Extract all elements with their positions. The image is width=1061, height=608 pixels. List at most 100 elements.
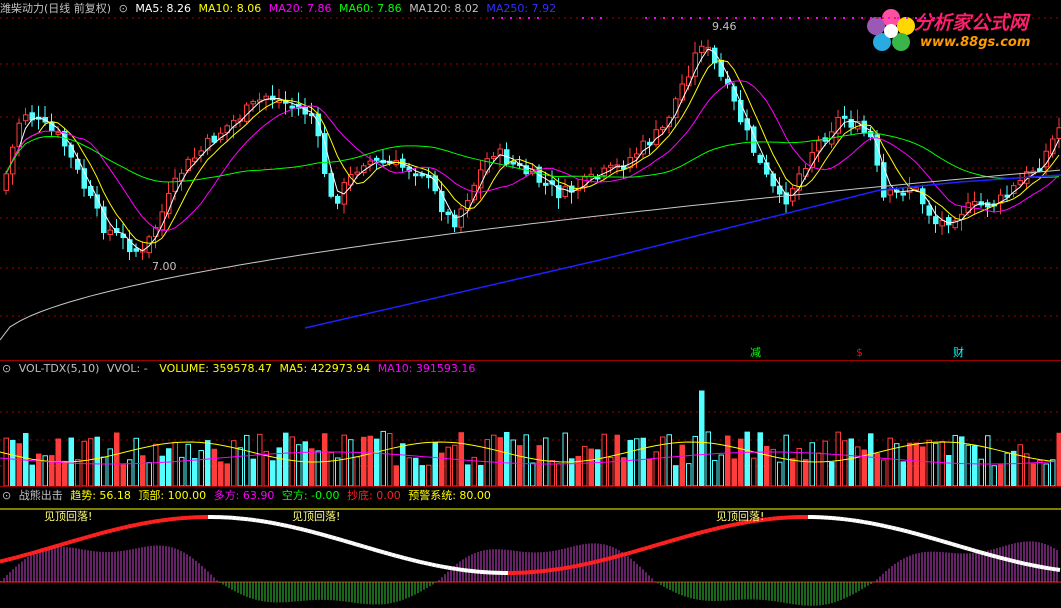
trend-band [127, 523, 133, 529]
volume-bar [543, 437, 549, 487]
volume-bar [712, 459, 718, 487]
top-marker-dot [663, 17, 665, 19]
candle-body [101, 206, 107, 233]
candle-body [374, 157, 380, 161]
volume-bar [218, 461, 224, 487]
volume-bar [335, 457, 341, 487]
volume-bar [939, 441, 945, 487]
candle-body [933, 216, 939, 225]
trend-band [975, 549, 981, 555]
volume-bar [679, 444, 685, 487]
trend-band [427, 561, 433, 567]
trend-band [923, 534, 929, 539]
volume-bar [374, 438, 380, 487]
trend-band [291, 525, 297, 530]
signal-label-3: 见顶回落! [716, 510, 765, 523]
volume-bar [653, 451, 659, 487]
volume-bar [1024, 453, 1030, 487]
volume-bar [621, 457, 627, 487]
signal-label-1: 见顶回落! [44, 510, 93, 523]
trend-band [111, 527, 117, 533]
indicator-panel-header: ⊙ 战熊出击 趋势: 56.18 顶部: 100.00 多方: 63.90 空方… [2, 488, 495, 504]
trend-band [443, 564, 449, 570]
event-marker-reduce[interactable]: 减 [750, 345, 765, 361]
volume-bar [140, 455, 146, 487]
top-marker-dot [600, 17, 602, 19]
trend-band [251, 517, 257, 523]
volume-bar [926, 439, 932, 487]
top-marker-dot [672, 17, 674, 19]
trend-band [591, 559, 597, 565]
volume-value: VOLUME: 359578.47 [159, 362, 272, 375]
volume-bar [328, 452, 334, 487]
trend-band [271, 520, 277, 526]
volume-bar [699, 390, 705, 487]
volume-bar [601, 433, 607, 487]
volume-bar [367, 435, 373, 487]
trend-band [547, 568, 553, 573]
volume-settings-icon[interactable]: ⊙ [2, 362, 11, 375]
candle-body [107, 229, 113, 236]
volume-bar [10, 439, 16, 487]
trend-band [995, 554, 1001, 560]
trend-band [1055, 567, 1061, 572]
trend-band [887, 524, 893, 530]
volume-bar [595, 449, 601, 487]
volume-bar [211, 448, 217, 487]
trend-band [255, 518, 261, 523]
volume-bar [400, 443, 406, 487]
trend-band [3, 557, 9, 563]
trend-band [875, 522, 881, 528]
trend-band [667, 538, 673, 544]
trend-band [371, 547, 377, 553]
trend-band [131, 522, 137, 528]
candle-body [484, 158, 490, 173]
trend-value: 趋势: 56.18 [70, 489, 131, 502]
panel-divider-indicator[interactable] [0, 486, 1061, 487]
volume-bar [725, 435, 731, 487]
trend-band [399, 554, 405, 560]
volume-bar [413, 457, 419, 487]
indicator-settings-icon[interactable]: ⊙ [2, 489, 11, 502]
top-marker-dot [690, 17, 692, 19]
top-marker-dot [780, 17, 782, 19]
volume-bar [523, 434, 529, 487]
candle-body [816, 140, 822, 152]
volume-indicator-name[interactable]: VOL-TDX(5,10) [19, 362, 100, 375]
volume-bar [634, 438, 640, 487]
indicator-name[interactable]: 战熊出击 [19, 489, 63, 502]
candle-body [211, 135, 217, 143]
volume-bar [842, 440, 848, 487]
event-marker-finance[interactable]: 财 [953, 345, 968, 361]
top-marker-dot [591, 17, 593, 19]
volume-bar [998, 464, 1004, 487]
stock-chart[interactable] [0, 0, 1061, 608]
trend-band [63, 540, 69, 546]
volume-bar [380, 430, 386, 487]
volume-bar [751, 457, 757, 487]
trend-band [435, 563, 441, 569]
trend-band [451, 566, 457, 571]
trend-band [47, 545, 53, 551]
trend-band [91, 532, 97, 538]
event-marker-dollar[interactable]: $ [856, 345, 867, 361]
volume-bar [868, 433, 874, 487]
volume-bar [1056, 432, 1061, 487]
volume-bar [244, 434, 250, 487]
trend-band [463, 568, 469, 573]
candle-body [946, 217, 952, 226]
trend-band [0, 558, 5, 564]
trend-band [347, 540, 353, 546]
volume-bar [614, 434, 620, 487]
volume-bar [907, 442, 913, 487]
volume-ma10: MA10: 391593.16 [377, 362, 476, 375]
candle-body [842, 115, 848, 119]
trend-band [631, 549, 637, 555]
trend-band [719, 524, 725, 530]
low-price-label: 7.00 [152, 260, 177, 273]
trend-band [423, 560, 429, 566]
trend-band [927, 535, 933, 541]
trend-band [267, 520, 273, 525]
volume-bar [991, 465, 997, 487]
candle-body [679, 83, 685, 101]
